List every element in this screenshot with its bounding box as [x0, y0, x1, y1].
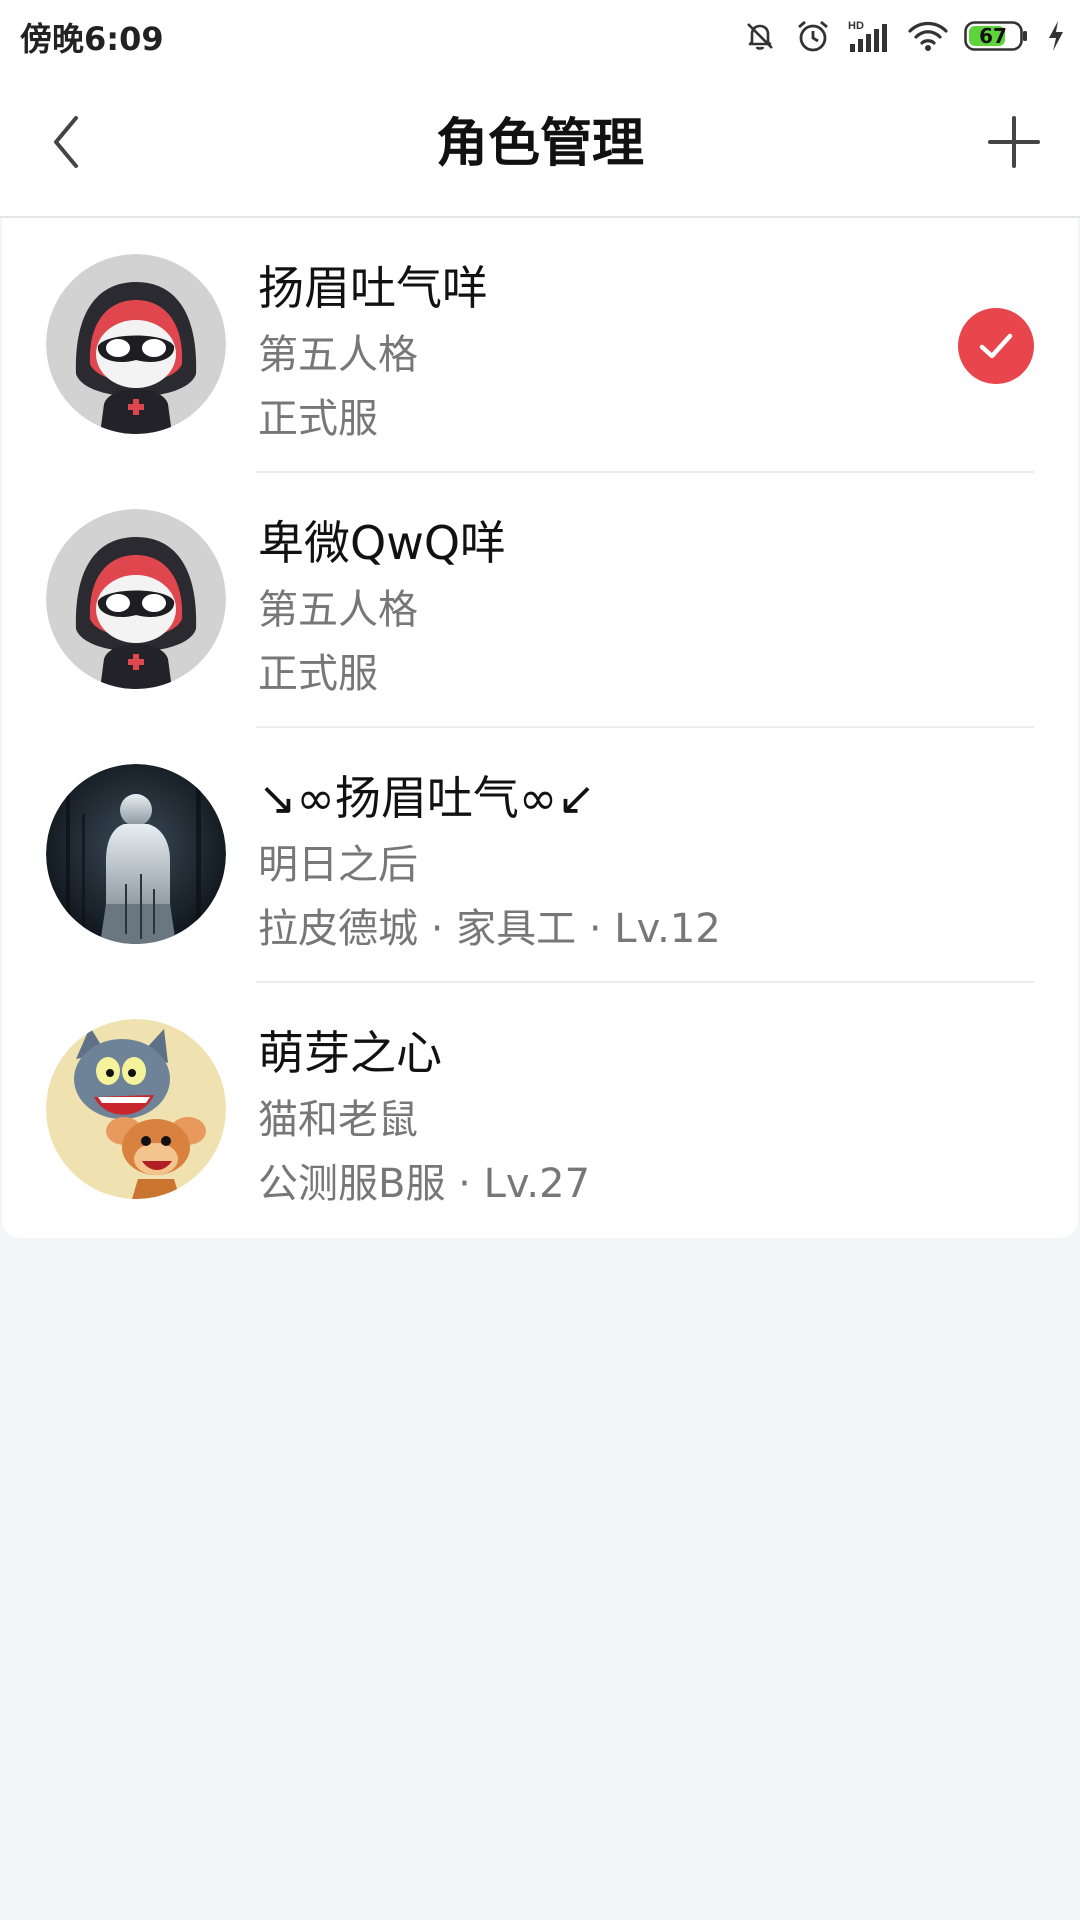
wifi-icon [908, 19, 948, 53]
plus-icon [986, 114, 1042, 174]
role-game: 第五人格 [258, 332, 418, 378]
role-game: 第五人格 [258, 587, 418, 633]
role-avatar-masked-hood-character [46, 509, 226, 689]
role-avatar-silhouette-forest [46, 764, 226, 944]
selected-check-icon [958, 308, 1034, 384]
hd-signal-icon: HD [848, 18, 892, 54]
role-name: 扬眉吐气咩 [258, 261, 488, 315]
role-name: 卑微QwQ咩 [258, 516, 507, 570]
chevron-left-icon [46, 112, 86, 176]
role-detail: 拉皮德城 · 家具工 · Lv.12 [258, 906, 721, 952]
status-bar: 傍晚6:09 HD 67 [0, 0, 1080, 72]
battery-icon: 67 [964, 21, 1030, 51]
add-role-button[interactable] [978, 108, 1050, 180]
role-item[interactable]: 卑微QwQ咩 第五人格 正式服 [2, 473, 1078, 728]
status-icons: HD 67 [742, 14, 1066, 58]
alarm-icon [794, 17, 832, 55]
role-item[interactable]: 扬眉吐气咩 第五人格 正式服 [2, 218, 1078, 473]
status-time: 傍晚6:09 [20, 20, 164, 58]
role-avatar-cat-and-mouse [46, 1019, 226, 1199]
role-name: ↘∞扬眉吐气∞↙ [258, 771, 596, 825]
role-detail: 正式服 [258, 651, 378, 697]
role-game: 明日之后 [258, 842, 418, 888]
role-item[interactable]: 萌芽之心 猫和老鼠 公测服B服 · Lv.27 [2, 983, 1078, 1238]
page-title: 角色管理 [435, 114, 644, 174]
charging-icon [1046, 19, 1066, 53]
bell-off-icon [742, 18, 778, 54]
app-header: 角色管理 [0, 72, 1080, 218]
battery-level: 67 [979, 24, 1007, 48]
role-avatar-masked-hood-character [46, 254, 226, 434]
role-detail: 正式服 [258, 396, 378, 442]
role-list: 扬眉吐气咩 第五人格 正式服 卑微QwQ咩 第五人格 正式服 ↘∞扬眉吐气∞↙ … [2, 218, 1078, 1238]
svg-text:HD: HD [848, 20, 864, 32]
role-name: 萌芽之心 [258, 1026, 442, 1080]
back-button[interactable] [30, 108, 102, 180]
role-game: 猫和老鼠 [258, 1097, 418, 1143]
role-item[interactable]: ↘∞扬眉吐气∞↙ 明日之后 拉皮德城 · 家具工 · Lv.12 [2, 728, 1078, 983]
role-detail: 公测服B服 · Lv.27 [258, 1161, 591, 1207]
